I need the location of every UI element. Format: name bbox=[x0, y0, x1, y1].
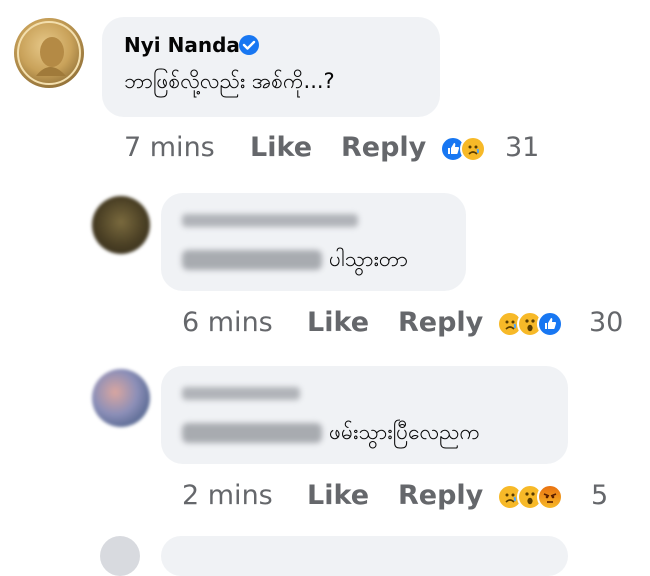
avatar[interactable] bbox=[92, 369, 150, 427]
mention-tag-blurred[interactable] bbox=[182, 423, 322, 443]
comment-text: ဘာဖြစ်လို့လည်း အစ်ကို...? bbox=[124, 69, 335, 93]
like-button[interactable]: Like bbox=[307, 480, 369, 511]
like-button[interactable]: Like bbox=[307, 307, 369, 338]
avatar[interactable] bbox=[14, 18, 84, 88]
reply-link-wrap: Reply bbox=[398, 480, 483, 511]
comment-meta: 7 mins bbox=[124, 132, 215, 163]
comment-text: ပါသွားတာ bbox=[329, 247, 408, 271]
coin-portrait-icon bbox=[17, 21, 81, 85]
mention-tag-blurred[interactable] bbox=[182, 250, 322, 270]
comment-author[interactable]: Nyi Nanda bbox=[124, 33, 240, 57]
comment-time[interactable]: 2 mins bbox=[182, 480, 273, 511]
comment-time[interactable]: 6 mins bbox=[182, 307, 273, 338]
like-reaction-icon bbox=[537, 311, 563, 337]
comment-author-blurred[interactable] bbox=[182, 387, 300, 400]
like-link-wrap: Like bbox=[307, 307, 369, 338]
reaction-count[interactable]: 31 bbox=[505, 132, 539, 163]
reaction-summary[interactable] bbox=[497, 484, 563, 510]
verified-badge-icon bbox=[239, 35, 259, 55]
comment-bubble bbox=[161, 193, 466, 291]
angry-reaction-icon bbox=[537, 484, 563, 510]
sad-reaction-icon bbox=[460, 136, 486, 162]
avatar[interactable] bbox=[100, 536, 140, 576]
reply-button[interactable]: Reply bbox=[398, 480, 483, 511]
reaction-summary[interactable] bbox=[440, 136, 486, 162]
comment-bubble bbox=[102, 17, 440, 117]
reply-button[interactable]: Reply bbox=[341, 132, 426, 163]
like-button[interactable]: Like bbox=[250, 132, 312, 163]
like-link-wrap: Like bbox=[250, 132, 312, 163]
reaction-count[interactable]: 30 bbox=[589, 307, 623, 338]
comment-bubble bbox=[161, 536, 568, 576]
comment-meta: 2 mins bbox=[182, 480, 273, 511]
reply-link-wrap: Reply bbox=[341, 132, 426, 163]
avatar[interactable] bbox=[92, 196, 150, 254]
like-link-wrap: Like bbox=[307, 480, 369, 511]
comment-time[interactable]: 7 mins bbox=[124, 132, 215, 163]
comment-text: ဖမ်းသွားပြီလေညက bbox=[329, 420, 481, 444]
comment-author-blurred[interactable] bbox=[182, 214, 358, 227]
comment-meta: 6 mins bbox=[182, 307, 273, 338]
reply-link-wrap: Reply bbox=[398, 307, 483, 338]
reaction-summary[interactable] bbox=[497, 311, 563, 337]
reaction-count[interactable]: 5 bbox=[591, 480, 608, 511]
reply-button[interactable]: Reply bbox=[398, 307, 483, 338]
